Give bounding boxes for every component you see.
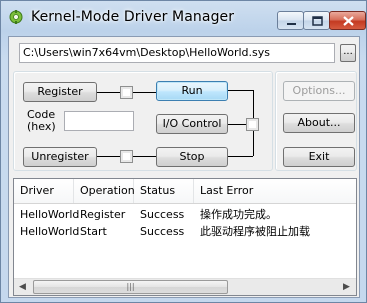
connector-line <box>228 124 246 125</box>
exit-button[interactable]: Exit <box>283 147 355 167</box>
log-cell-last-error: 操作成功完成。 <box>200 208 277 221</box>
about-button[interactable]: About... <box>283 113 355 133</box>
stop-button[interactable]: Stop <box>156 147 228 167</box>
browse-button[interactable]: ... <box>340 44 356 62</box>
unregister-checkbox[interactable] <box>120 150 133 163</box>
run-button[interactable]: Run <box>156 81 228 101</box>
connector-line <box>228 90 253 91</box>
log-cell-operation: Start <box>80 225 107 238</box>
log-cell-status: Success <box>140 208 185 221</box>
scroll-right-arrow-icon[interactable]: ▶ <box>338 279 355 295</box>
column-header-last-error[interactable]: Last Error <box>194 179 356 203</box>
code-label: Code (hex) <box>27 108 56 133</box>
log-row[interactable]: HelloWorld Register Success 操作成功完成。 <box>14 207 356 223</box>
log-cell-driver: HelloWorld <box>20 225 80 238</box>
window-title: Kernel-Mode Driver Manager <box>31 9 235 25</box>
horizontal-scrollbar[interactable]: ◀ ||| ▶ <box>14 278 356 295</box>
column-header-status[interactable]: Status <box>134 179 194 203</box>
log-cell-operation: Register <box>80 208 126 221</box>
scroll-left-arrow-icon[interactable]: ◀ <box>14 279 31 295</box>
unregister-button[interactable]: Unregister <box>23 147 97 167</box>
close-button[interactable] <box>329 11 366 30</box>
driver-manager-window: Kernel-Mode Driver Manager C:\Users\win7… <box>0 0 367 303</box>
log-list-header: Driver Operation Status Last Error <box>14 179 356 204</box>
register-button[interactable]: Register <box>23 82 97 102</box>
column-header-operation[interactable]: Operation <box>74 179 135 203</box>
code-hex-input[interactable] <box>64 111 134 131</box>
options-button[interactable]: Options... <box>283 81 355 101</box>
column-header-driver[interactable]: Driver <box>14 179 74 203</box>
app-gear-icon <box>9 10 23 24</box>
driver-path-input[interactable]: C:\Users\win7x64vm\Desktop\HelloWorld.sy… <box>19 43 335 63</box>
log-cell-last-error: 此驱动程序被阻止加载 <box>200 225 310 238</box>
log-row[interactable]: HelloWorld Start Success 此驱动程序被阻止加载 <box>14 224 356 240</box>
connector-line <box>97 92 120 93</box>
close-icon <box>343 16 354 26</box>
client-area: C:\Users\win7x64vm\Desktop\HelloWorld.sy… <box>8 36 360 298</box>
title-bar[interactable]: Kernel-Mode Driver Manager <box>1 1 366 31</box>
register-checkbox[interactable] <box>120 86 133 99</box>
io-control-button[interactable]: I/O Control <box>156 114 228 134</box>
action-button-group: Options... About... Exit <box>275 71 357 171</box>
service-control-group: Register Run Code (hex) I/O Control Unre… <box>13 71 273 171</box>
connector-line <box>133 156 156 157</box>
minimize-button[interactable] <box>277 11 304 30</box>
connector-line <box>228 156 253 157</box>
connector-line <box>133 92 156 93</box>
log-cell-status: Success <box>140 225 185 238</box>
log-cell-driver: HelloWorld <box>20 208 80 221</box>
io-control-checkbox[interactable] <box>246 118 259 131</box>
scroll-thumb[interactable]: ||| <box>33 280 228 294</box>
connector-line <box>97 156 120 157</box>
log-list[interactable]: Driver Operation Status Last Error Hello… <box>13 178 357 296</box>
maximize-button[interactable] <box>303 11 330 30</box>
maximize-icon <box>312 16 323 26</box>
minimize-icon <box>287 23 296 25</box>
